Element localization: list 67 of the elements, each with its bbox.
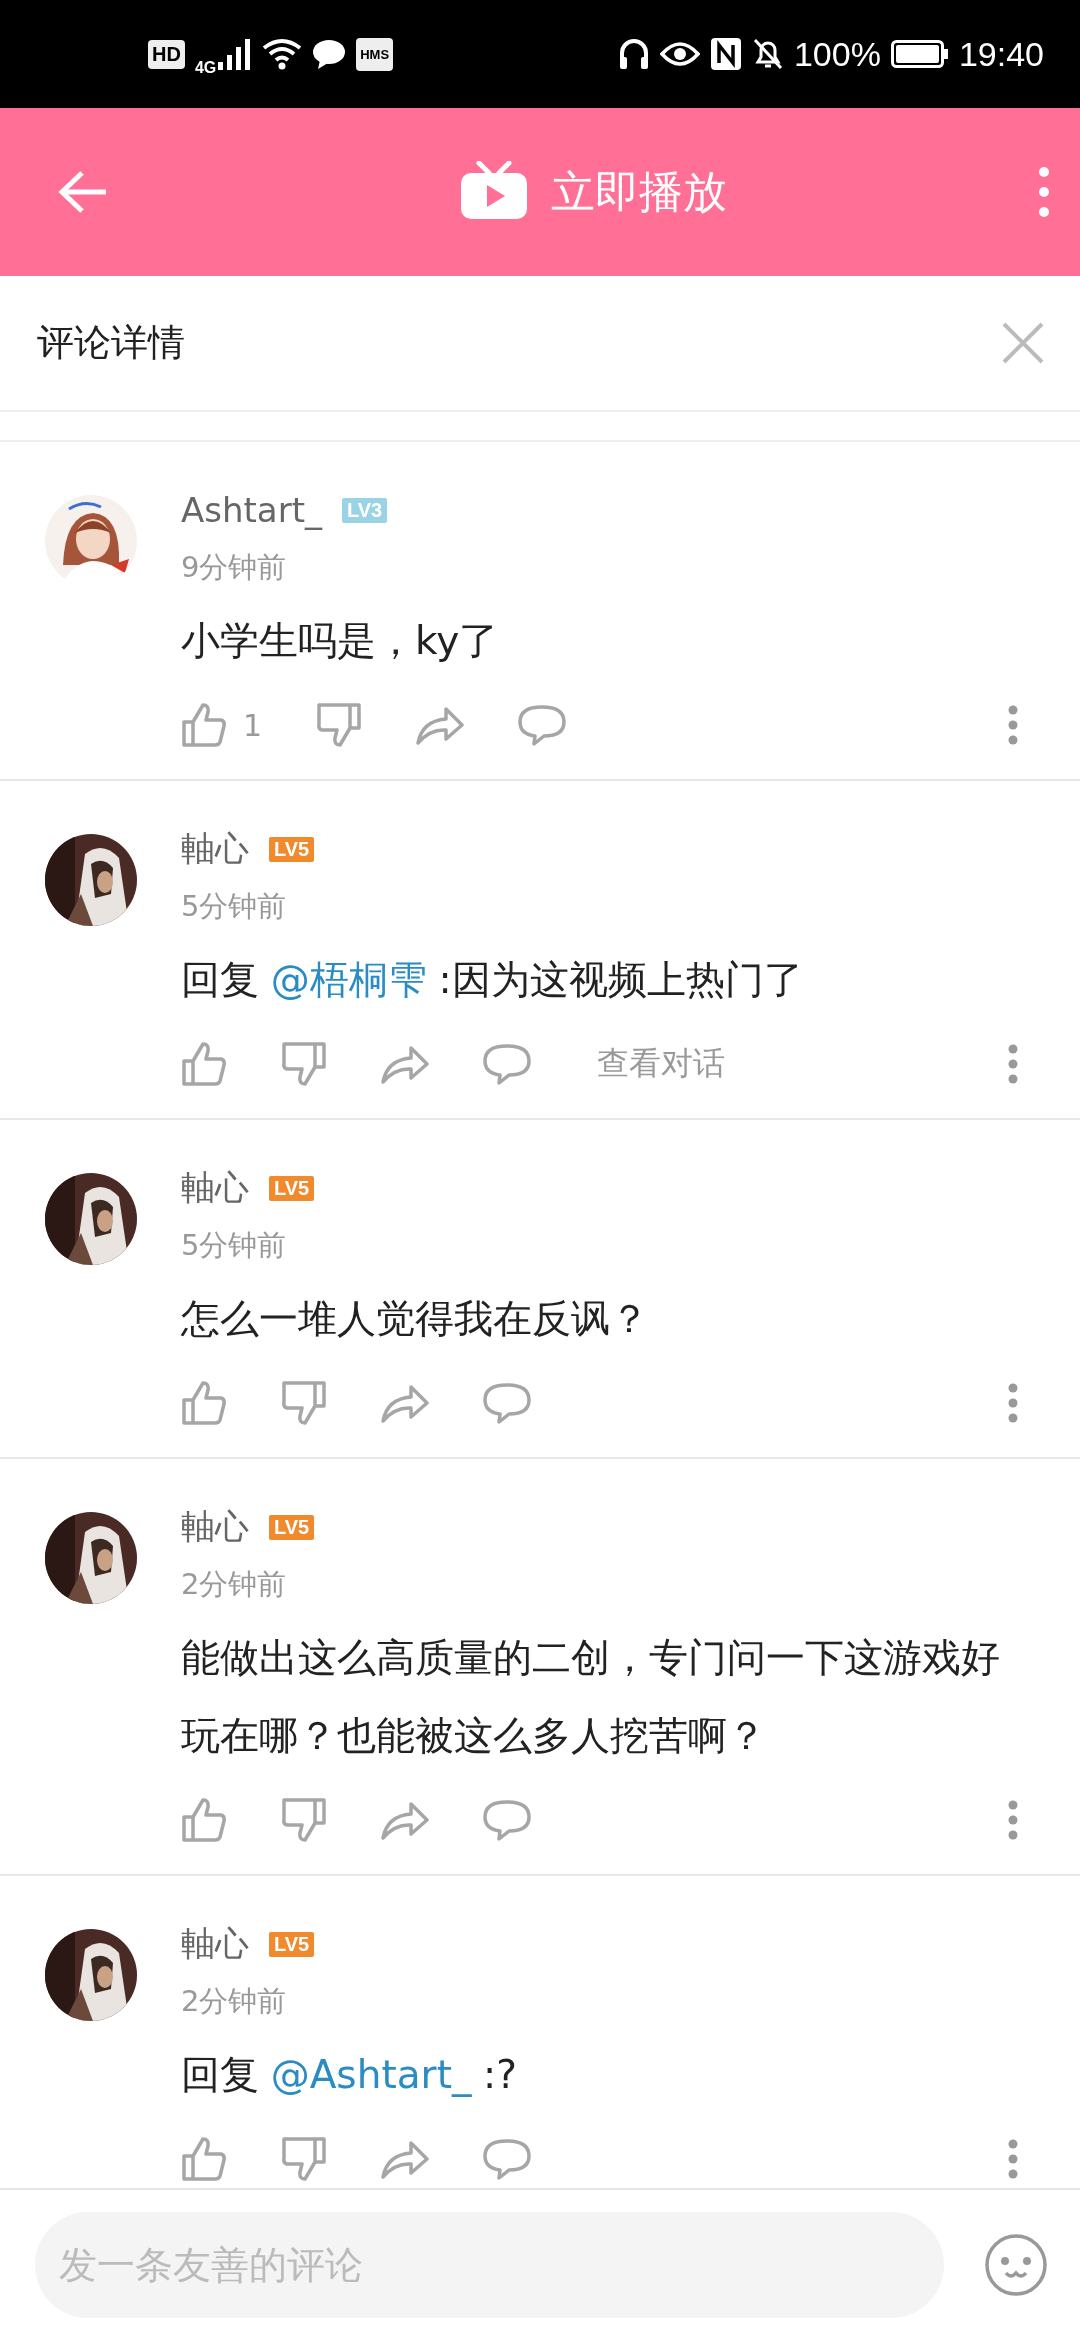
more-icon[interactable] [1008, 705, 1018, 745]
share-icon[interactable] [381, 1383, 429, 1423]
reply-icon[interactable] [483, 1043, 531, 1085]
headphones-icon [617, 37, 650, 71]
comment-text: 能做出这么高质量的二创，专门问一下这游戏好玩在哪？也能被这么多人挖苦啊？ [181, 1634, 1001, 1760]
username[interactable]: 軸心 [181, 1165, 249, 1211]
bell-off-icon [751, 37, 784, 71]
thumbs-down-icon[interactable] [316, 702, 363, 748]
nfc-icon [709, 37, 742, 71]
username[interactable]: Ashtart_ [181, 490, 322, 530]
level-tag: LV5 [269, 836, 315, 862]
level-tag: LV5 [269, 1514, 315, 1540]
comment-time: 2分钟前 [181, 1566, 288, 1603]
comment-text: 小学生吗是，ky了 [181, 617, 500, 665]
more-icon[interactable] [1008, 1383, 1018, 1423]
thumbs-up-icon[interactable] [181, 1797, 227, 1843]
more-icon[interactable] [1008, 1044, 1018, 1084]
comment-text: 怎么一堆人觉得我在反讽？ [181, 1295, 650, 1343]
share-icon[interactable] [381, 1800, 429, 1840]
clock: 19:40 [958, 34, 1044, 74]
comment-time: 9分钟前 [181, 549, 288, 586]
thumbs-down-icon[interactable] [281, 2136, 327, 2182]
wifi-icon [262, 38, 303, 70]
battery-percent: 100% [793, 34, 881, 74]
thumbs-down-icon[interactable] [281, 1041, 327, 1087]
thumbs-down-icon[interactable] [281, 1380, 327, 1426]
mention-link[interactable]: @梧桐雫 [270, 957, 427, 1002]
username[interactable]: 軸心 [181, 1921, 249, 1967]
level-tag: LV5 [269, 1175, 315, 1201]
mention-link[interactable]: @Ashtart_ [270, 2052, 472, 2097]
reply-icon[interactable] [483, 1382, 531, 1424]
hd-icon: HD [148, 39, 185, 69]
signal-icon [218, 38, 253, 70]
thumbs-down-icon[interactable] [281, 1797, 327, 1843]
emoji-icon[interactable] [984, 2233, 1048, 2297]
thumbs-up-icon[interactable] [181, 1041, 227, 1087]
level-tag: LV5 [269, 1931, 315, 1957]
reply-icon[interactable] [483, 1799, 531, 1841]
reply-icon[interactable] [483, 2138, 531, 2180]
share-icon[interactable] [381, 1044, 429, 1084]
comment-time: 5分钟前 [181, 1227, 288, 1264]
reply-icon[interactable] [518, 704, 567, 746]
network-type: 4G [194, 59, 217, 77]
more-icon[interactable] [1008, 2139, 1018, 2179]
chat-bubble-icon [312, 38, 347, 70]
more-icon[interactable] [1008, 1800, 1018, 1840]
comment-time: 2分钟前 [181, 1983, 288, 2020]
level-tag: LV3 [342, 497, 388, 523]
share-icon[interactable] [416, 705, 465, 745]
more-icon[interactable] [1038, 166, 1050, 218]
battery-icon [890, 40, 949, 68]
share-icon[interactable] [381, 2139, 429, 2179]
hms-icon: HMS [356, 37, 394, 71]
comment-time: 5分钟前 [181, 888, 288, 925]
panel-title: 评论详情 [37, 320, 185, 366]
username[interactable]: 軸心 [181, 826, 249, 872]
thumbs-up-icon[interactable] [181, 1380, 227, 1426]
close-icon[interactable] [1002, 322, 1044, 364]
like-count: 1 [243, 707, 263, 743]
eye-icon [659, 40, 700, 68]
comment-text: 回复 @Ashtart_ :? [181, 2051, 518, 2099]
comment-text: 回复 @梧桐雫 :因为这视频上热门了 [181, 956, 804, 1004]
thumbs-up-icon[interactable] [181, 2136, 227, 2182]
comment-input[interactable]: 发一条友善的评论 [35, 2212, 944, 2318]
back-icon[interactable] [58, 170, 108, 214]
username[interactable]: 軸心 [181, 1504, 249, 1550]
thumbs-up-icon[interactable] [181, 702, 227, 748]
